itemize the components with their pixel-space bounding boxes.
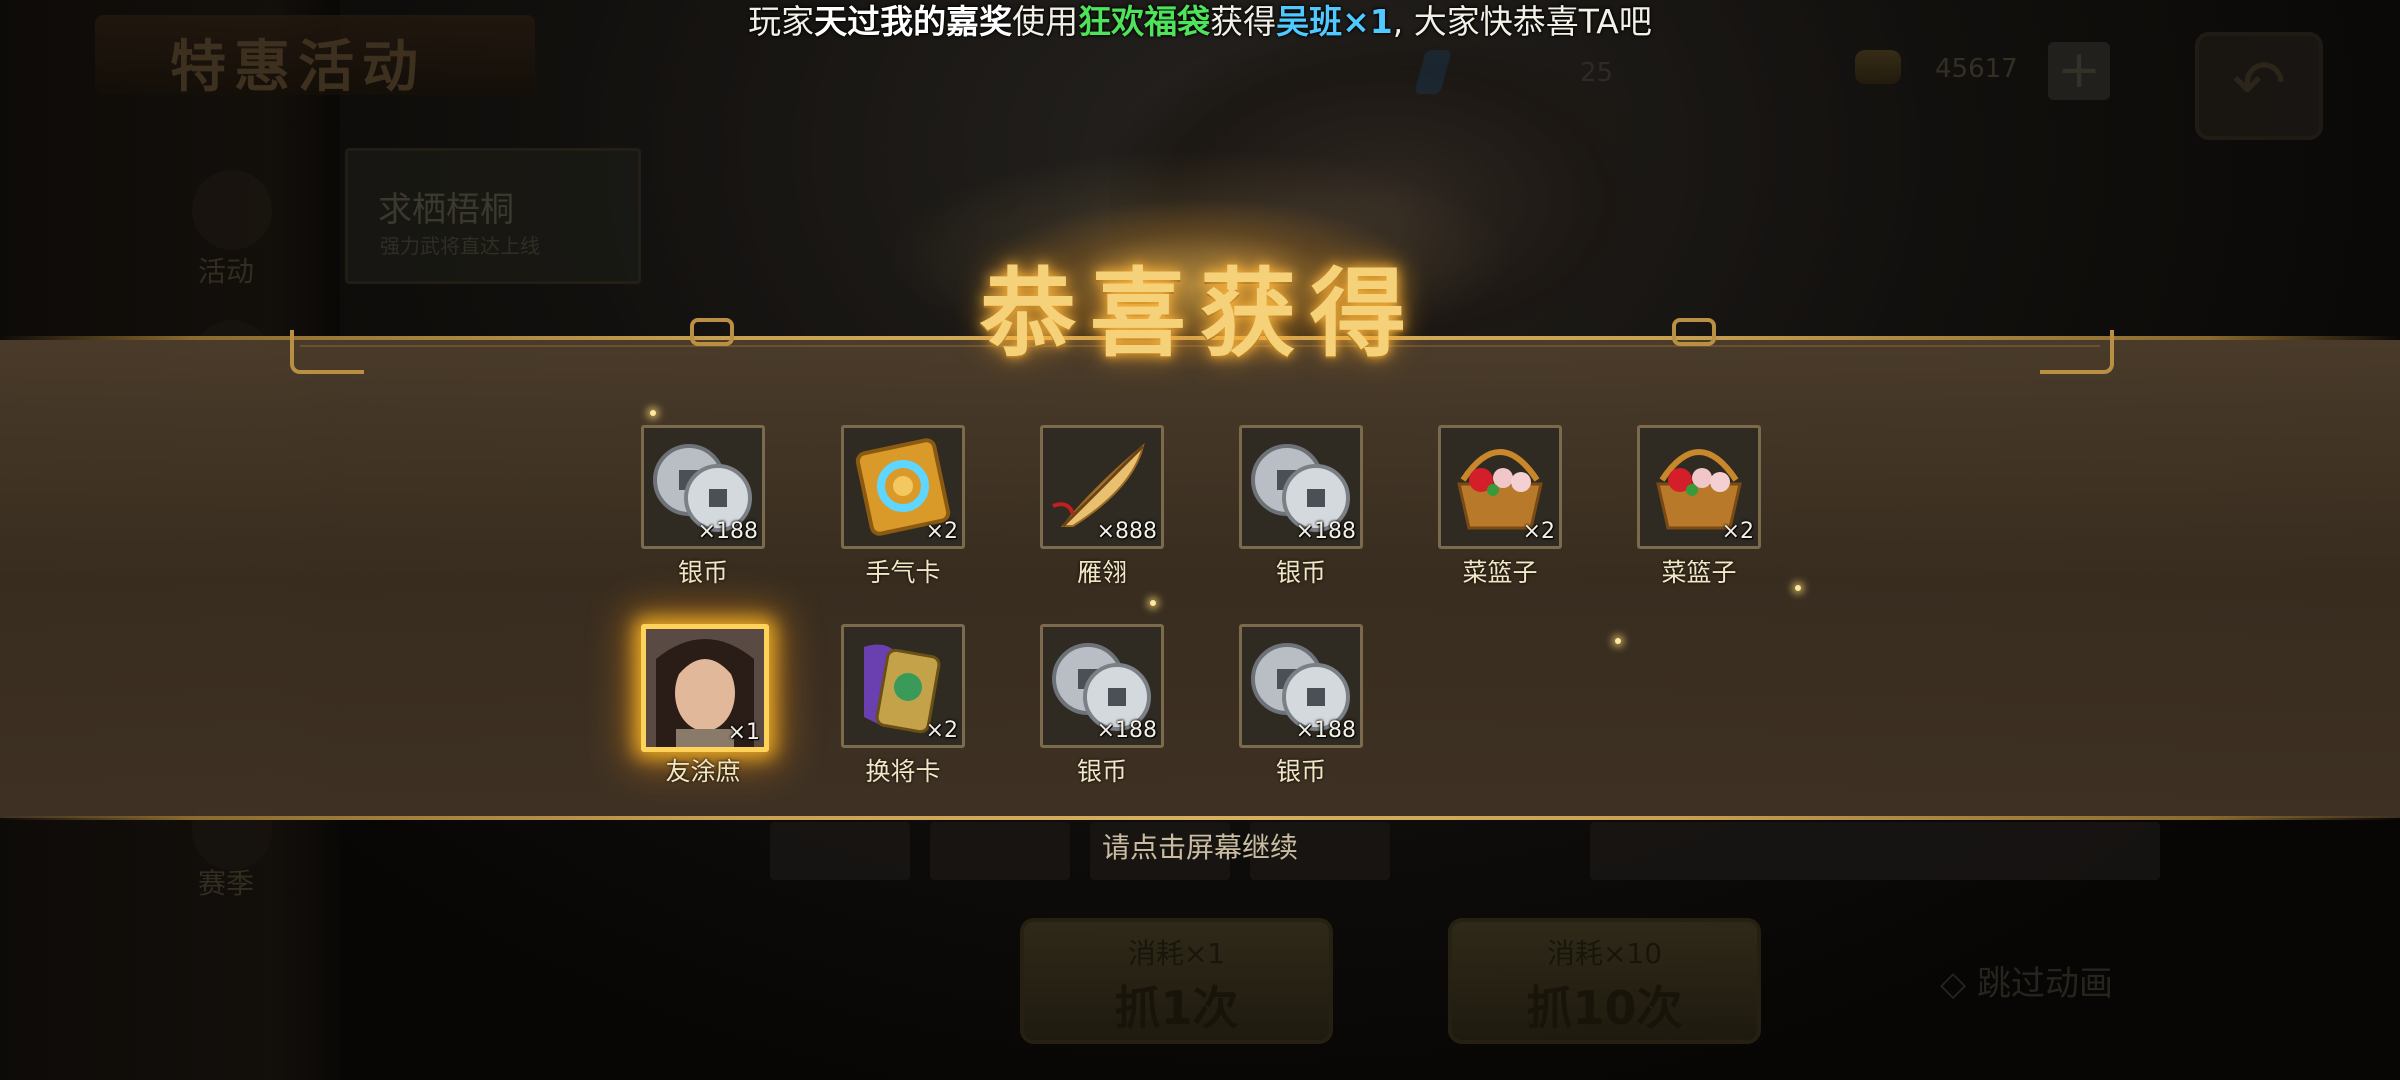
item-quantity: ×188 bbox=[1096, 718, 1157, 743]
item-name: 菜篮子 bbox=[1462, 558, 1538, 587]
announce-suffix: , 大家快恭喜TA吧 bbox=[1392, 2, 1652, 41]
item-name: 换将卡 bbox=[865, 757, 941, 786]
item-slot: ×188 bbox=[1239, 624, 1363, 748]
announce-reward: 吴班×1 bbox=[1276, 2, 1393, 41]
item-quantity: ×188 bbox=[697, 519, 758, 544]
item-slot: ×2 bbox=[841, 425, 965, 549]
announcement-marquee: 玩家天过我的嘉奖使用狂欢福袋获得吴班×1, 大家快恭喜TA吧 bbox=[0, 2, 2400, 42]
sparkle bbox=[1615, 638, 1621, 644]
scroll-ornament-left bbox=[290, 330, 364, 374]
item-slot: ×888 bbox=[1040, 425, 1164, 549]
item-name: 银币 bbox=[1275, 757, 1326, 786]
reward-title: 恭喜获得 bbox=[980, 257, 1420, 370]
scroll-ornament-right bbox=[2040, 330, 2114, 374]
item-slot: ×188 bbox=[641, 425, 765, 549]
item-slot: ×188 bbox=[1239, 425, 1363, 549]
item-quantity: ×2 bbox=[925, 718, 958, 743]
item-name: 银币 bbox=[1076, 757, 1127, 786]
announce-prefix: 玩家 bbox=[748, 2, 815, 41]
item-name: 友涂庶 bbox=[665, 757, 741, 786]
announce-mid1: 使用 bbox=[1012, 2, 1079, 41]
announce-item: 狂欢福袋 bbox=[1078, 2, 1211, 41]
item-slot: ×188 bbox=[1040, 624, 1164, 748]
item-slot: ×2 bbox=[1438, 425, 1562, 549]
item-slot: ×2 bbox=[841, 624, 965, 748]
item-name: 手气卡 bbox=[865, 558, 941, 587]
item-slot: ×2 bbox=[1637, 425, 1761, 549]
item-quantity: ×1 bbox=[727, 720, 760, 745]
sparkle bbox=[650, 410, 656, 416]
item-slot: ×1 bbox=[641, 624, 769, 752]
reward-panel bbox=[0, 340, 2400, 818]
item-quantity: ×188 bbox=[1295, 718, 1356, 743]
item-quantity: ×188 bbox=[1295, 519, 1356, 544]
item-name: 菜篮子 bbox=[1661, 558, 1737, 587]
continue-hint[interactable]: 请点击屏幕继续 bbox=[0, 826, 2400, 866]
scroll-ornament-left-inner bbox=[690, 318, 734, 346]
scroll-ornament-right-inner bbox=[1672, 318, 1716, 346]
item-name: 银币 bbox=[1275, 558, 1326, 587]
item-quantity: ×888 bbox=[1096, 519, 1157, 544]
item-name: 雁翎 bbox=[1076, 558, 1127, 587]
item-quantity: ×2 bbox=[1721, 519, 1754, 544]
item-name: 银币 bbox=[677, 558, 728, 587]
announce-player: 天过我的嘉奖 bbox=[814, 2, 1013, 41]
item-quantity: ×2 bbox=[925, 519, 958, 544]
announce-mid2: 获得 bbox=[1210, 2, 1277, 41]
item-quantity: ×2 bbox=[1522, 519, 1555, 544]
sparkle bbox=[1795, 585, 1801, 591]
sparkle bbox=[1150, 600, 1156, 606]
panel-bottom-border bbox=[0, 816, 2400, 820]
